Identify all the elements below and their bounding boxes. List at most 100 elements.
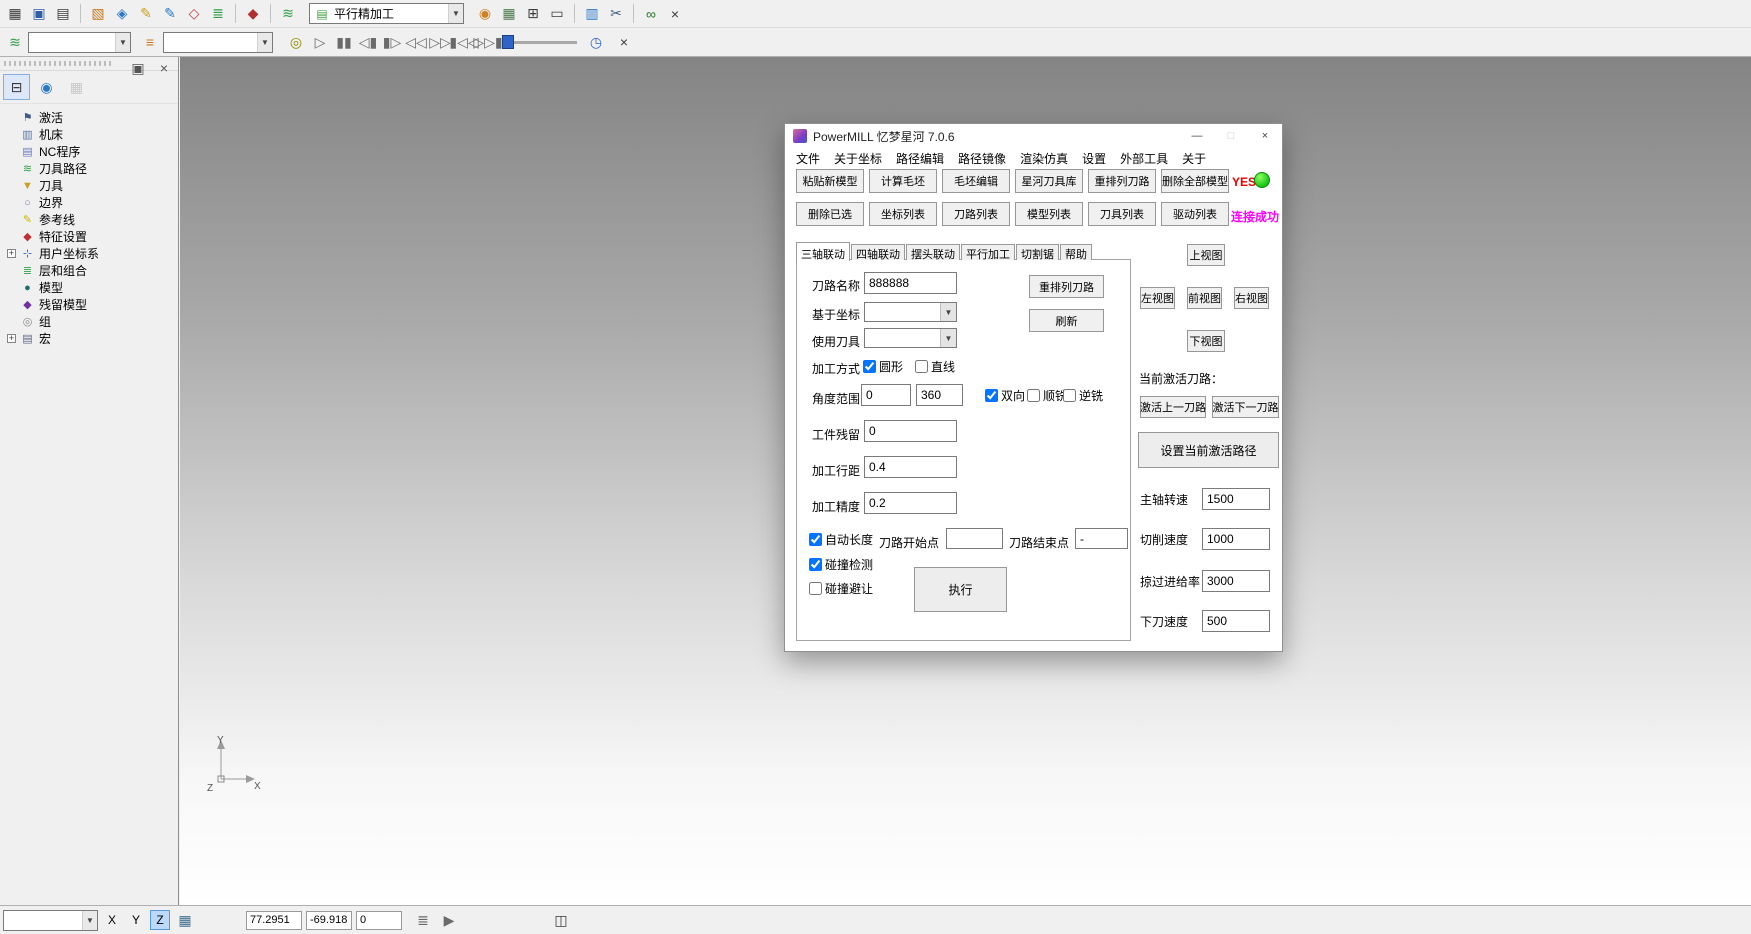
tolerance-input[interactable] bbox=[864, 492, 957, 514]
to-end-icon[interactable]: ▷▷▮ bbox=[477, 31, 499, 53]
delete-selected-button[interactable]: 删除已选 bbox=[796, 202, 864, 226]
end-point-input[interactable] bbox=[1075, 528, 1128, 549]
toolpath-draft-icon[interactable]: ✎ bbox=[135, 3, 157, 25]
activate-next-toolpath-button[interactable]: 激活下一刀路 bbox=[1212, 396, 1279, 418]
calc-block-button[interactable]: 计算毛坯 bbox=[869, 169, 937, 193]
explorer-item-tools[interactable]: ▼刀具 bbox=[7, 177, 178, 194]
explorer-item-feature-sets[interactable]: ◆特征设置 bbox=[7, 228, 178, 245]
rearrange-toolpaths-button[interactable]: 重排列刀路 bbox=[1088, 169, 1156, 193]
explorer-tree-button[interactable]: ⊟ bbox=[3, 74, 30, 100]
step-forward-icon[interactable]: ▮▷ bbox=[381, 31, 403, 53]
stock-allowance-input[interactable] bbox=[864, 420, 957, 442]
chevron-down-icon[interactable]: ▼ bbox=[257, 33, 272, 52]
coord-list-button[interactable]: 坐标列表 bbox=[869, 202, 937, 226]
tool-library-button[interactable]: 星河刀具库 bbox=[1015, 169, 1083, 193]
simulation-toolpath-combo[interactable]: ▼ bbox=[28, 32, 131, 53]
paste-new-model-button[interactable]: 粘贴新模型 bbox=[796, 169, 864, 193]
menu-path-edit[interactable]: 路径编辑 bbox=[889, 148, 951, 169]
lightbulb-icon[interactable]: ◎ bbox=[285, 31, 307, 53]
pattern-icon[interactable]: ◇ bbox=[183, 3, 205, 25]
view-bottom-button[interactable]: 下视图 bbox=[1187, 330, 1225, 352]
use-tool-select[interactable]: ▼ bbox=[864, 328, 957, 348]
start-point-input[interactable] bbox=[946, 528, 1003, 549]
view-front-button[interactable]: 前视图 bbox=[1187, 287, 1222, 309]
auto-length-checkbox[interactable] bbox=[809, 533, 822, 546]
rearrange-toolpath-button[interactable]: 重排列刀路 bbox=[1029, 275, 1104, 298]
explorer-item-nc-programs[interactable]: ▤NC程序 bbox=[7, 143, 178, 160]
chevron-down-icon[interactable]: ▼ bbox=[940, 303, 956, 321]
print-icon[interactable]: ▤ bbox=[52, 3, 74, 25]
chevron-down-icon[interactable]: ▼ bbox=[448, 4, 463, 23]
explorer-item-active[interactable]: ⚑激活 bbox=[7, 109, 178, 126]
drive-list-button[interactable]: 驱动列表 bbox=[1161, 202, 1229, 226]
help-button[interactable]: ▦ bbox=[63, 74, 90, 100]
execute-button[interactable]: 执行 bbox=[914, 567, 1007, 612]
close-button[interactable]: × bbox=[1248, 124, 1282, 148]
explorer-item-models[interactable]: ●模型 bbox=[7, 279, 178, 296]
simulation-speed-slider[interactable] bbox=[511, 41, 577, 44]
toolbar2-close-icon[interactable]: × bbox=[613, 31, 635, 53]
tool-icon[interactable]: ◆ bbox=[242, 3, 264, 25]
strategy-combo[interactable]: ▤ 平行精加工 ▼ bbox=[309, 3, 464, 24]
expand-icon[interactable]: + bbox=[7, 249, 16, 258]
toolbar-close-icon[interactable]: × bbox=[664, 3, 686, 25]
pause-icon[interactable]: ▮▮ bbox=[333, 31, 355, 53]
menu-file[interactable]: 文件 bbox=[789, 148, 827, 169]
step-back-icon[interactable]: ◁▮ bbox=[357, 31, 379, 53]
tool-list-button[interactable]: 刀具列表 bbox=[1088, 202, 1156, 226]
menu-coords[interactable]: 关于坐标 bbox=[827, 148, 889, 169]
menu-settings[interactable]: 设置 bbox=[1075, 148, 1113, 169]
explorer-item-machine[interactable]: ▥机床 bbox=[7, 126, 178, 143]
simulation-list-icon[interactable]: ≡ bbox=[139, 31, 161, 53]
tab-saw[interactable]: 切割锯 bbox=[1016, 244, 1059, 260]
explorer-item-patterns[interactable]: ✎参考线 bbox=[7, 211, 178, 228]
search-back-icon[interactable]: ◁◁ bbox=[405, 31, 427, 53]
explorer-item-macros[interactable]: +▤宏 bbox=[7, 330, 178, 347]
refresh-button[interactable]: 刷新 bbox=[1029, 309, 1104, 332]
cutting-speed-input[interactable] bbox=[1202, 528, 1270, 550]
model-list-button[interactable]: 模型列表 bbox=[1015, 202, 1083, 226]
search-forward-icon[interactable]: ▷▷ bbox=[429, 31, 451, 53]
toolpath-name-input[interactable] bbox=[864, 272, 957, 294]
toolpath-strategy-icon[interactable]: ≋ bbox=[277, 3, 299, 25]
collision-check-checkbox[interactable] bbox=[809, 558, 822, 571]
explorer-item-toolpaths[interactable]: ≋刀具路径 bbox=[7, 160, 178, 177]
view-top-button[interactable]: 上视图 bbox=[1187, 244, 1225, 266]
cursor-icon[interactable]: ▶ bbox=[438, 909, 460, 931]
axis-x-button[interactable]: X bbox=[102, 910, 122, 930]
expand-icon[interactable]: + bbox=[7, 334, 16, 343]
clip-icon[interactable]: ✂ bbox=[605, 3, 627, 25]
simulation-tool-combo[interactable]: ▼ bbox=[163, 32, 273, 53]
collision-avoid-checkbox[interactable] bbox=[809, 582, 822, 595]
split-view-icon[interactable]: ◫ bbox=[550, 909, 572, 931]
toolpath-list-button[interactable]: 刀路列表 bbox=[942, 202, 1010, 226]
explorer-item-groups[interactable]: ◎组 bbox=[7, 313, 178, 330]
levels-icon[interactable]: ≣ bbox=[207, 3, 229, 25]
angle-end-input[interactable] bbox=[916, 384, 963, 406]
explorer-panel-header[interactable]: ▣× bbox=[0, 57, 178, 71]
list-icon[interactable]: ≣ bbox=[412, 909, 434, 931]
menu-external-tools[interactable]: 外部工具 bbox=[1113, 148, 1175, 169]
grid-toggle-icon[interactable]: ▦ bbox=[174, 909, 196, 931]
clock-icon[interactable]: ◷ bbox=[585, 31, 607, 53]
minimize-button[interactable]: — bbox=[1180, 124, 1214, 148]
maximize-button[interactable]: □ bbox=[1214, 124, 1248, 148]
curve-editor-icon[interactable]: ✎ bbox=[159, 3, 181, 25]
play-icon[interactable]: ▷ bbox=[309, 31, 331, 53]
workplane-icon[interactable]: ◈ bbox=[111, 3, 133, 25]
line-checkbox[interactable] bbox=[915, 360, 928, 373]
menu-about[interactable]: 关于 bbox=[1175, 148, 1213, 169]
explorer-item-workplanes[interactable]: +⊹用户坐标系 bbox=[7, 245, 178, 262]
wizard-icon[interactable]: ◉ bbox=[474, 3, 496, 25]
tab-tilt-head[interactable]: 摆头联动 bbox=[906, 244, 960, 260]
explorer-item-boundaries[interactable]: ○边界 bbox=[7, 194, 178, 211]
statusbar-combo[interactable]: ▼ bbox=[3, 910, 98, 931]
rapid-feed-input[interactable] bbox=[1202, 570, 1270, 592]
stats-icon[interactable]: ▥ bbox=[581, 3, 603, 25]
block-icon[interactable]: ▧ bbox=[87, 3, 109, 25]
chevron-down-icon[interactable]: ▼ bbox=[115, 33, 130, 52]
conventional-checkbox[interactable] bbox=[1063, 389, 1076, 402]
circle-checkbox[interactable] bbox=[863, 360, 876, 373]
plunge-speed-input[interactable] bbox=[1202, 610, 1270, 632]
mesh-icon[interactable]: ▦ bbox=[498, 3, 520, 25]
